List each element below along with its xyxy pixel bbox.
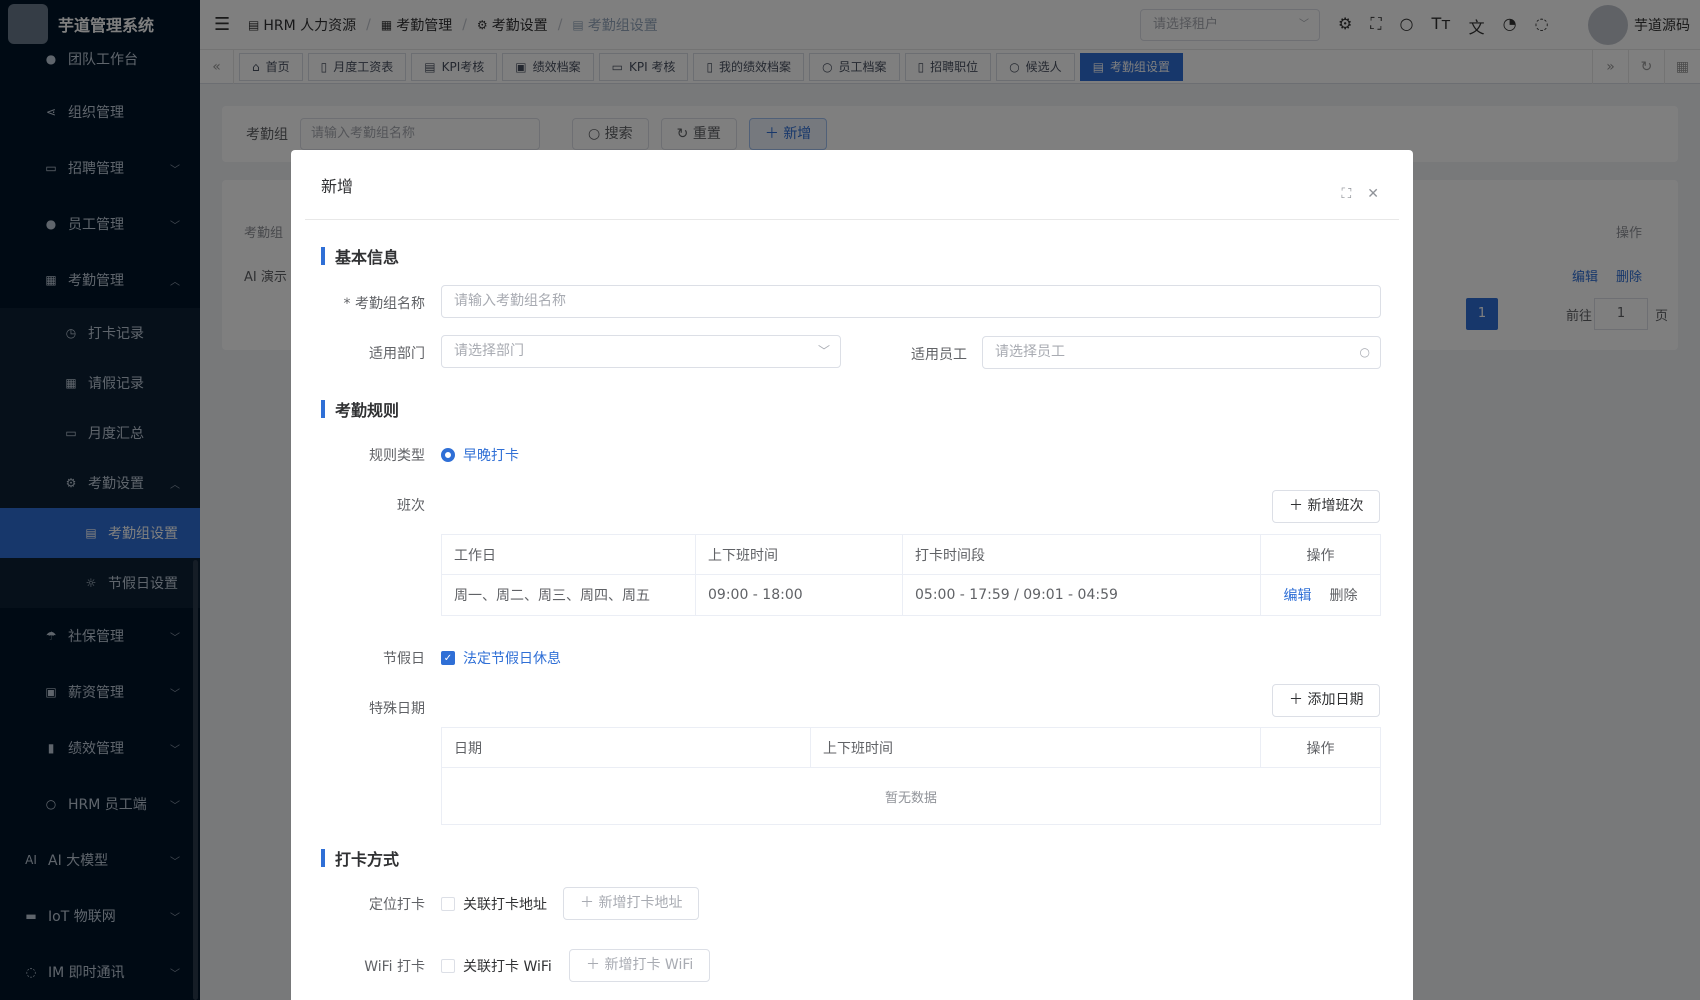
column-header: 工作日: [442, 535, 696, 574]
column-header: 日期: [442, 728, 811, 767]
plus-icon: ＋: [1289, 692, 1308, 708]
holiday-checkbox[interactable]: ✓ 法定节假日休息: [441, 648, 561, 668]
chevron-down-icon: ﹀: [817, 344, 830, 358]
shift-label: 班次: [397, 498, 425, 514]
special-date-label: 特殊日期: [369, 701, 425, 717]
location-checkbox[interactable]: 关联打卡地址: [441, 894, 547, 914]
column-header: 操作: [1306, 740, 1335, 757]
wifi-punch-label: WiFi 打卡: [364, 959, 425, 975]
plus-icon: ＋: [580, 895, 599, 911]
close-icon[interactable]: ✕: [1367, 186, 1379, 202]
column-header: 上下班时间: [696, 535, 903, 574]
table-header-row: 日期 上下班时间 操作: [442, 728, 1380, 768]
checkbox-icon: [441, 897, 455, 911]
delete-shift-link[interactable]: 删除: [1330, 585, 1358, 605]
search-icon: ○: [1359, 345, 1370, 359]
wifi-checkbox[interactable]: 关联打卡 WiFi: [441, 956, 552, 976]
column-header: 打卡时间段: [903, 535, 1261, 574]
special-date-table: 日期 上下班时间 操作 暂无数据: [441, 727, 1381, 825]
plus-icon: ＋: [586, 957, 605, 973]
column-header: 上下班时间: [811, 728, 1261, 767]
table-cell: 周一、周二、周三、周四、周五: [442, 575, 696, 615]
add-shift-button[interactable]: ＋ 新增班次: [1272, 490, 1381, 523]
department-select[interactable]: 请选择部门 ﹀: [441, 335, 841, 368]
fullscreen-icon[interactable]: ⛶: [1341, 186, 1351, 202]
table-cell: 09:00 - 18:00: [696, 575, 903, 615]
add-date-button[interactable]: ＋ 添加日期: [1272, 684, 1381, 717]
shift-table: 工作日 上下班时间 打卡时间段 操作 周一、周二、周三、周四、周五 09:00 …: [441, 534, 1381, 616]
dialog-tools: ⛶ ✕: [1341, 186, 1379, 202]
table-cell: 05:00 - 17:59 / 09:01 - 04:59: [903, 575, 1261, 615]
rule-type-radio[interactable]: 早晚打卡: [441, 445, 519, 465]
attendance-group-name-label: * 考勤组名称: [343, 296, 425, 312]
location-punch-label: 定位打卡: [369, 897, 425, 913]
table-header-row: 工作日 上下班时间 打卡时间段 操作: [442, 535, 1380, 575]
section-punch-method: 打卡方式: [321, 846, 399, 870]
section-attendance-rules: 考勤规则: [321, 397, 399, 421]
plus-icon: ＋: [1289, 498, 1308, 514]
employee-select[interactable]: 请选择员工 ○: [982, 336, 1381, 369]
edit-shift-link[interactable]: 编辑: [1284, 585, 1312, 605]
table-row: 周一、周二、周三、周四、周五 09:00 - 18:00 05:00 - 17:…: [442, 575, 1380, 615]
department-label: 适用部门: [369, 346, 425, 362]
add-dialog: 新增 ⛶ ✕ 基本信息 * 考勤组名称 请输入考勤组名称 适用部门 请选择部门 ﹀…: [291, 150, 1413, 1000]
dialog-title: 新增: [321, 176, 354, 196]
radio-checked-icon: [441, 448, 455, 462]
column-header: 操作: [1306, 547, 1335, 564]
add-wifi-button[interactable]: ＋ 新增打卡 WiFi: [569, 949, 711, 982]
table-actions: 编辑 删除: [1261, 575, 1380, 615]
attendance-group-name-input[interactable]: 请输入考勤组名称: [441, 285, 1381, 318]
add-location-button[interactable]: ＋ 新增打卡地址: [563, 887, 700, 920]
dialog-header: 新增: [305, 150, 1399, 220]
empty-state: 暂无数据: [884, 790, 937, 806]
checkbox-checked-icon: ✓: [441, 651, 455, 665]
employee-label: 适用员工: [911, 347, 967, 363]
section-basic-info: 基本信息: [321, 244, 399, 268]
checkbox-icon: [441, 959, 455, 973]
holiday-label: 节假日: [383, 651, 425, 667]
rule-type-label: 规则类型: [369, 448, 425, 464]
